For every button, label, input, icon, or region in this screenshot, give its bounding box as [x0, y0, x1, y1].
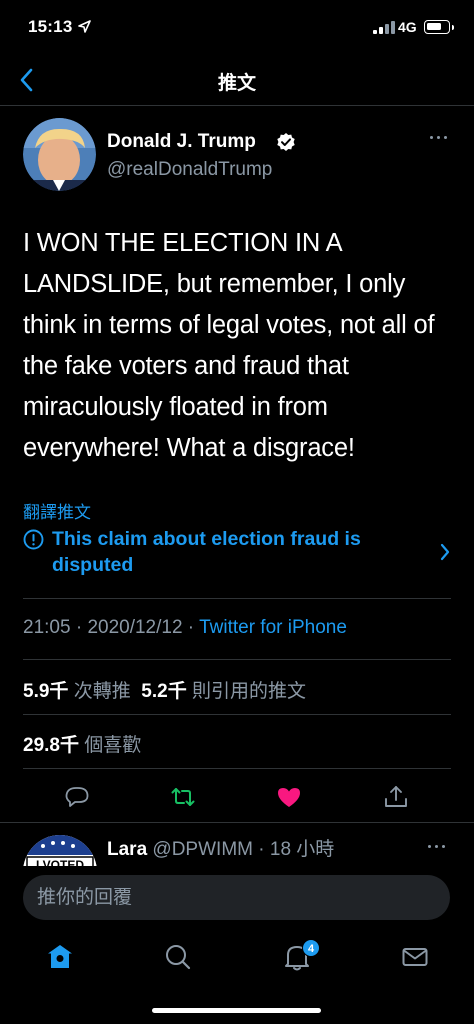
retweet-icon[interactable] [170, 784, 196, 810]
status-time: 15:13 [28, 17, 73, 36]
reply-time: 18 小時 [269, 839, 335, 860]
home-indicator[interactable] [152, 1008, 321, 1013]
author-avatar[interactable] [23, 118, 96, 191]
tweet-source-link[interactable]: Twitter for iPhone [199, 617, 347, 638]
disputed-claim-text: This claim about election fraud is dispu… [52, 528, 361, 576]
likes-stat[interactable]: 29.8千 個喜歡 [23, 730, 141, 757]
nav-bar: 推文 [0, 56, 474, 106]
tweet-date: 2020/12/12 [87, 617, 183, 638]
divider [23, 714, 451, 715]
reply-author: Lara @DPWIMM · 18 小時 [107, 839, 335, 860]
notification-badge: 4 [302, 939, 320, 957]
quotes-stat[interactable]: 5.2千 則引用的推文 [141, 681, 306, 702]
retweets-stat[interactable]: 5.9千 次轉推 [23, 681, 131, 702]
exclamation-circle-icon [23, 529, 44, 550]
retweet-stats: 5.9千 次轉推 5.2千 則引用的推文 [23, 676, 306, 703]
author-name[interactable]: Donald J. Trump [107, 131, 256, 153]
search-icon[interactable] [163, 942, 193, 972]
more-options-button[interactable] [430, 132, 448, 144]
reply-input[interactable] [37, 875, 437, 920]
status-bar: 15:13 4G [0, 0, 474, 56]
battery-icon [424, 20, 454, 34]
reply-author-name[interactable]: Lara [107, 839, 147, 860]
bottom-tab-bar [0, 930, 474, 986]
author-handle[interactable]: @realDonaldTrump [107, 159, 272, 181]
chevron-right-icon [440, 543, 450, 561]
heart-icon[interactable] [276, 784, 302, 810]
reply-icon[interactable] [64, 784, 90, 810]
location-arrow-icon [78, 20, 91, 33]
page-title: 推文 [217, 73, 256, 94]
tweet-text: I WON THE ELECTION IN A LANDSLIDE, but r… [23, 229, 435, 462]
tweet-author: Donald J. Trump @realDonaldTrump [23, 118, 453, 194]
tweet-meta: 21:05 · 2020/12/12 · Twitter for iPhone [23, 617, 347, 638]
share-icon[interactable] [383, 784, 409, 810]
reply-preview[interactable]: I VOTED Lara @DPWIMM · 18 小時 [0, 822, 474, 866]
disputed-claim-notice[interactable]: This claim about election fraud is dispu… [23, 526, 453, 580]
network-type: 4G [398, 19, 417, 35]
divider [23, 659, 451, 660]
reply-more-options-button[interactable] [428, 841, 446, 853]
reply-author-handle: @DPWIMM [152, 839, 253, 860]
reply-avatar[interactable]: I VOTED [23, 835, 97, 866]
reply-avatar-text: I VOTED [36, 858, 84, 866]
divider [23, 598, 451, 599]
mail-icon[interactable] [400, 942, 430, 972]
signal-icon [373, 21, 395, 34]
tweet-actions [0, 780, 474, 816]
tweet-time: 21:05 [23, 617, 71, 638]
reply-composer[interactable] [23, 875, 450, 920]
divider [23, 768, 451, 769]
home-icon[interactable] [45, 942, 75, 972]
verified-badge-icon [277, 133, 295, 151]
translate-tweet-link[interactable]: 翻譯推文 [23, 498, 91, 523]
